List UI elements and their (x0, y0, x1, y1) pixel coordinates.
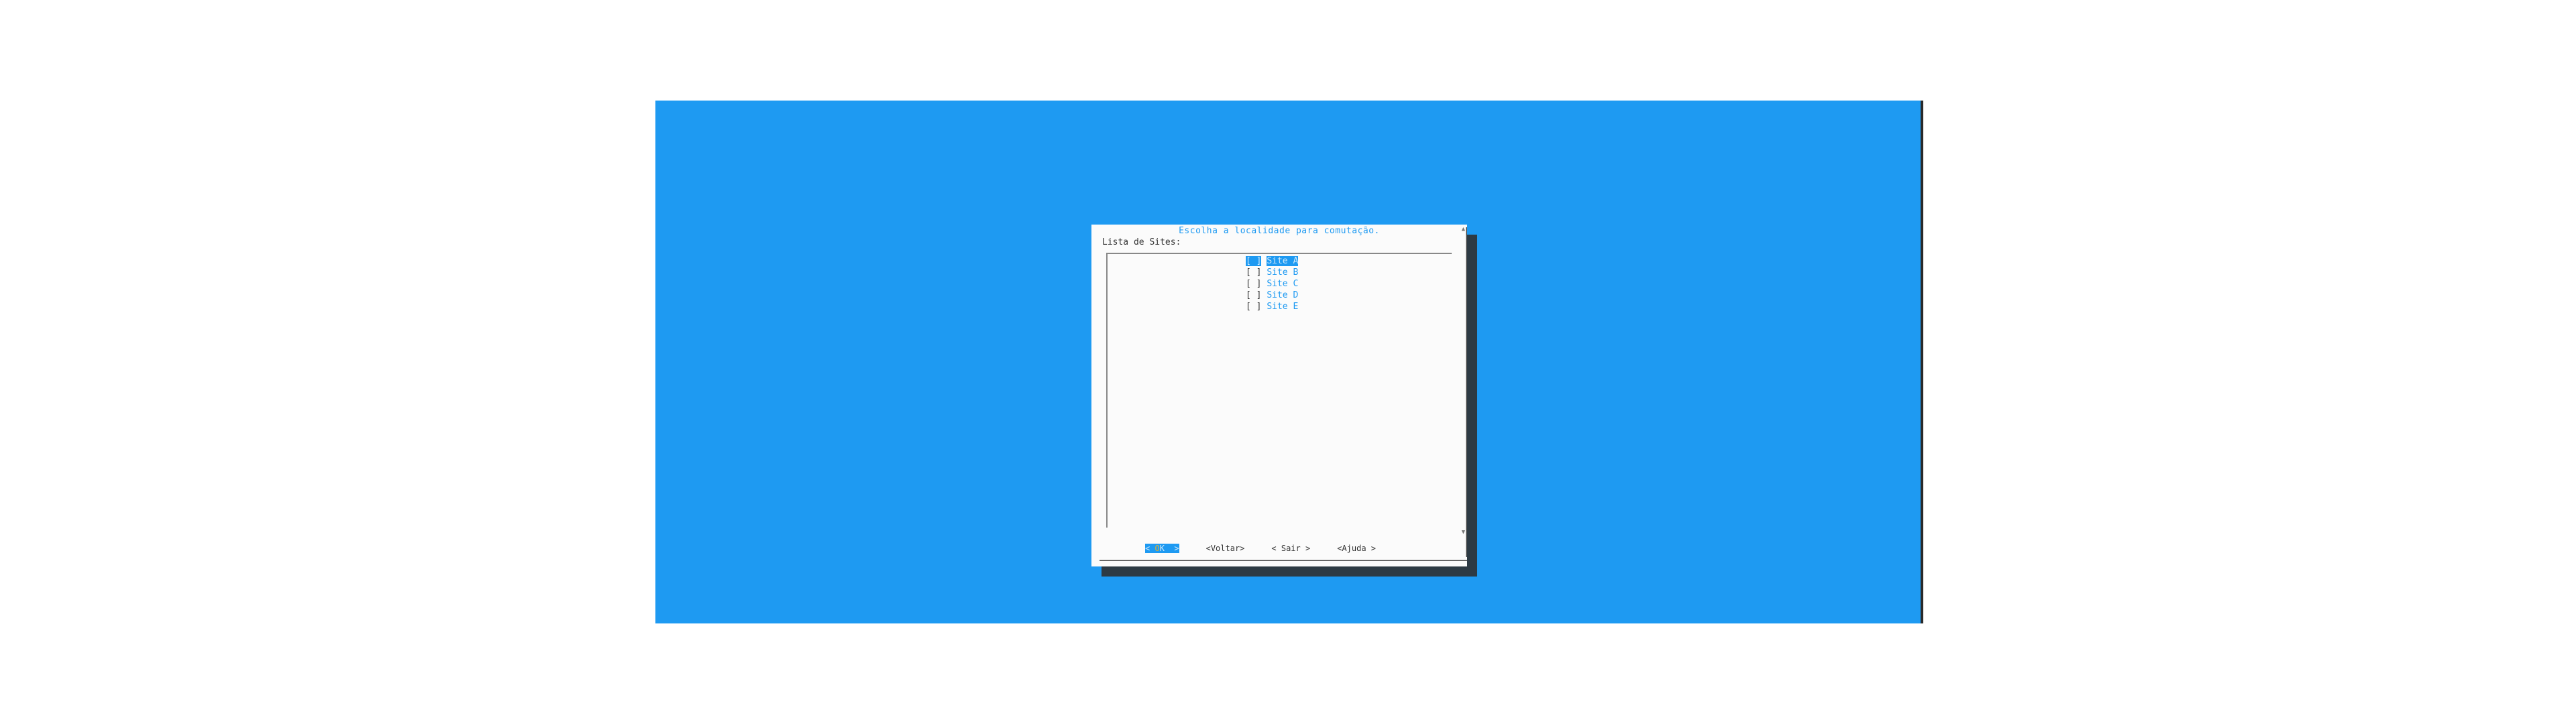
list-item-site-b[interactable]: [ ] Site B (1246, 267, 1298, 278)
list-item-site-a[interactable]: [ ] Site A (1246, 255, 1299, 267)
list-label: Lista de Sites: (1102, 237, 1181, 247)
site-selection-dialog: Escolha a localidade para comutação. ▲ ▼… (1091, 225, 1467, 566)
exit-button[interactable]: < Sair > (1271, 544, 1310, 553)
dialog-title: Escolha a localidade para comutação. (1091, 226, 1467, 236)
list-item-label: Site A (1267, 256, 1299, 266)
ok-button[interactable]: < OK > (1145, 544, 1179, 553)
checkbox[interactable]: [ ] (1246, 290, 1261, 300)
back-button[interactable]: <Voltar> (1206, 544, 1245, 553)
dialog-bottom-border (1099, 560, 1467, 561)
terminal-edge (1921, 101, 1923, 623)
dialog-right-border (1466, 227, 1467, 557)
list-item-site-c[interactable]: [ ] Site C (1246, 278, 1298, 290)
checkbox[interactable]: [ ] (1246, 256, 1262, 266)
scroll-down-icon[interactable]: ▼ (1462, 529, 1465, 536)
site-list: [ ] Site A [ ] Site B [ ] Site C [ ] Sit… (1246, 255, 1299, 312)
checkbox[interactable]: [ ] (1246, 267, 1261, 278)
terminal-background: Escolha a localidade para comutação. ▲ ▼… (655, 101, 1923, 623)
checkbox[interactable]: [ ] (1246, 279, 1261, 289)
list-item-label: Site C (1267, 279, 1299, 289)
help-button[interactable]: <Ajuda > (1337, 544, 1376, 553)
list-item-label: Site E (1267, 302, 1299, 312)
list-item-site-d[interactable]: [ ] Site D (1246, 290, 1298, 301)
button-bar: < OK > <Voltar> < Sair > <Ajuda > (1145, 544, 1376, 553)
list-item-site-e[interactable]: [ ] Site E (1246, 301, 1298, 312)
scroll-up-icon[interactable]: ▲ (1462, 226, 1465, 233)
list-item-label: Site D (1267, 290, 1299, 300)
list-item-label: Site B (1267, 267, 1299, 278)
checkbox[interactable]: [ ] (1246, 302, 1261, 312)
dialog-title-text: Escolha a localidade para comutação. (1176, 226, 1383, 236)
